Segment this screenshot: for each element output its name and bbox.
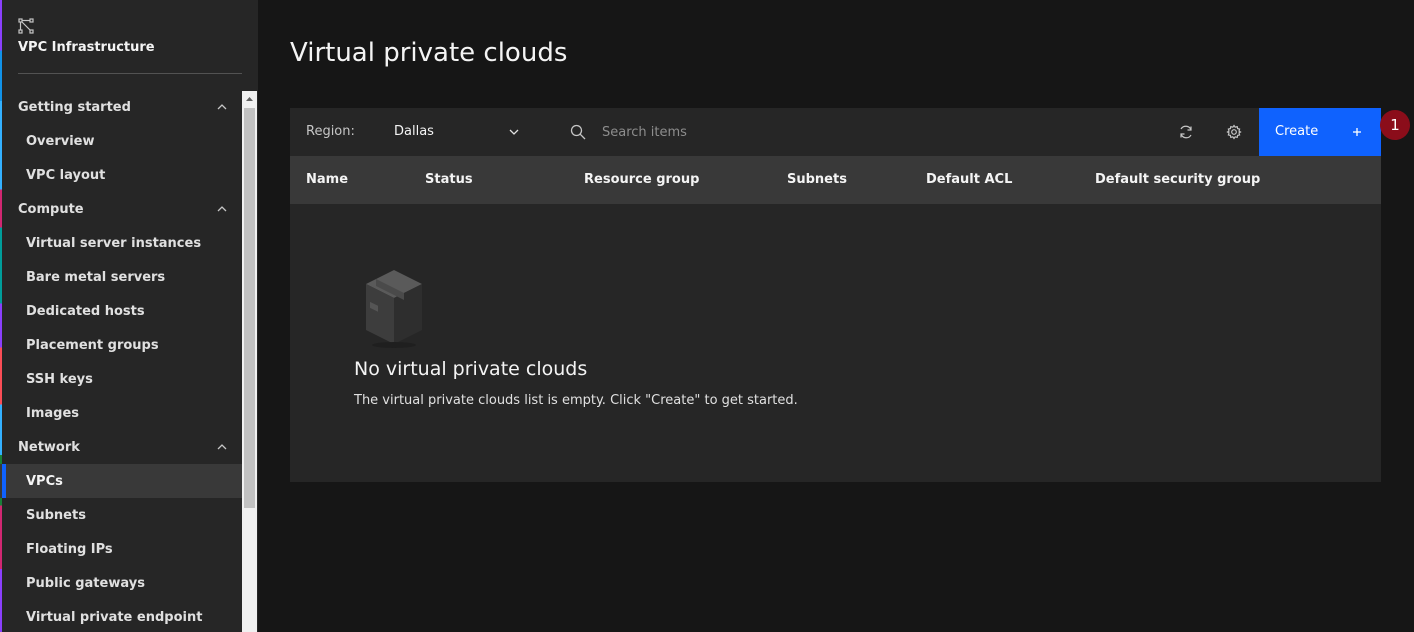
sidebar-item-label: Placement groups [26, 337, 159, 353]
chevron-up-icon [217, 104, 227, 110]
plus-icon [1353, 128, 1361, 136]
refresh-icon [1180, 125, 1192, 139]
vpc-table: Region: Dallas Search items Create Name … [290, 108, 1381, 482]
sidebar-item-overview[interactable]: Overview [0, 124, 242, 158]
sidebar-divider [18, 73, 242, 74]
sidebar-title[interactable]: VPC Infrastructure [18, 40, 155, 55]
sidebar-item-label: Images [26, 405, 80, 421]
sidebar-item-images[interactable]: Images [0, 396, 242, 430]
region-label: Region: [306, 124, 355, 139]
sidebar-item-label: Virtual private endpoint [26, 609, 203, 625]
gear-icon [1226, 124, 1242, 140]
sidebar-item-label: VPCs [26, 473, 63, 489]
region-dropdown[interactable]: Dallas [384, 116, 524, 148]
refresh-button[interactable] [1162, 108, 1210, 156]
table-header-row: Name Status Resource group Subnets Defau… [290, 156, 1381, 204]
create-button-label: Create [1275, 124, 1319, 139]
sidebar-scrollbar[interactable] [242, 91, 257, 632]
sidebar-item-label: Dedicated hosts [26, 303, 145, 319]
step-badge: 1 [1380, 110, 1410, 140]
sidebar-item-label: SSH keys [26, 371, 93, 387]
create-button[interactable]: Create [1259, 108, 1381, 156]
sidebar-item-label: Overview [26, 133, 95, 149]
region-value: Dallas [394, 124, 434, 139]
table-toolbar: Region: Dallas Search items Create [290, 108, 1381, 156]
column-header-subnets[interactable]: Subnets [787, 172, 847, 187]
search-input[interactable] [592, 116, 1152, 148]
sidebar-item-placement-groups[interactable]: Placement groups [0, 328, 242, 362]
main-content: Virtual private clouds Region: Dallas Se… [258, 0, 1414, 632]
search-icon [570, 124, 586, 140]
sidebar-item-public-gateways[interactable]: Public gateways [0, 566, 242, 600]
sidebar-item-floating-ips[interactable]: Floating IPs [0, 532, 242, 566]
nav-section-getting-started[interactable]: Getting started [0, 90, 242, 124]
column-header-name[interactable]: Name [306, 172, 348, 187]
sidebar-item-vpc-layout[interactable]: VPC layout [0, 158, 242, 192]
sidebar: VPC Infrastructure Getting started Overv… [0, 0, 258, 632]
sidebar-item-label: Floating IPs [26, 541, 113, 557]
nav-section-label: Compute [18, 201, 84, 217]
sidebar-item-virtual-server-instances[interactable]: Virtual server instances [0, 226, 242, 260]
sidebar-item-label: Virtual server instances [26, 235, 202, 251]
sidebar-item-label: VPC layout [26, 167, 106, 183]
column-header-resource-group[interactable]: Resource group [584, 172, 699, 187]
column-header-default-acl[interactable]: Default ACL [926, 172, 1012, 187]
sidebar-item-label: Subnets [26, 507, 86, 523]
column-header-status[interactable]: Status [425, 172, 473, 187]
empty-state-title: No virtual private clouds [354, 358, 588, 380]
sidebar-item-dedicated-hosts[interactable]: Dedicated hosts [0, 294, 242, 328]
settings-button[interactable] [1210, 108, 1258, 156]
sidebar-item-ssh-keys[interactable]: SSH keys [0, 362, 242, 396]
chevron-up-icon [217, 444, 227, 450]
sidebar-item-bare-metal-servers[interactable]: Bare metal servers [0, 260, 242, 294]
nav-section-label: Getting started [18, 99, 131, 115]
sidebar-content: VPC Infrastructure Getting started Overv… [0, 0, 242, 632]
nav-section-compute[interactable]: Compute [0, 192, 242, 226]
nav-section-network[interactable]: Network [0, 430, 242, 464]
column-header-default-security-group[interactable]: Default security group [1095, 172, 1260, 187]
sidebar-nav: Getting started Overview VPC layout Comp… [0, 90, 242, 632]
sidebar-item-virtual-private-endpoint[interactable]: Virtual private endpoint [0, 600, 242, 632]
sidebar-item-label: Public gateways [26, 575, 145, 591]
sidebar-item-vpcs[interactable]: VPCs [0, 464, 242, 498]
empty-state-text: The virtual private clouds list is empty… [354, 393, 798, 408]
vpc-icon [18, 18, 34, 34]
sidebar-item-label: Bare metal servers [26, 269, 166, 285]
scrollbar-thumb[interactable] [244, 108, 255, 508]
scroll-up-arrow-icon[interactable] [242, 91, 257, 106]
sidebar-item-subnets[interactable]: Subnets [0, 498, 242, 532]
chevron-up-icon [217, 206, 227, 212]
chevron-down-icon [509, 129, 519, 135]
page-title: Virtual private clouds [290, 38, 568, 68]
nav-section-label: Network [18, 439, 80, 455]
empty-box-icon [366, 270, 422, 348]
